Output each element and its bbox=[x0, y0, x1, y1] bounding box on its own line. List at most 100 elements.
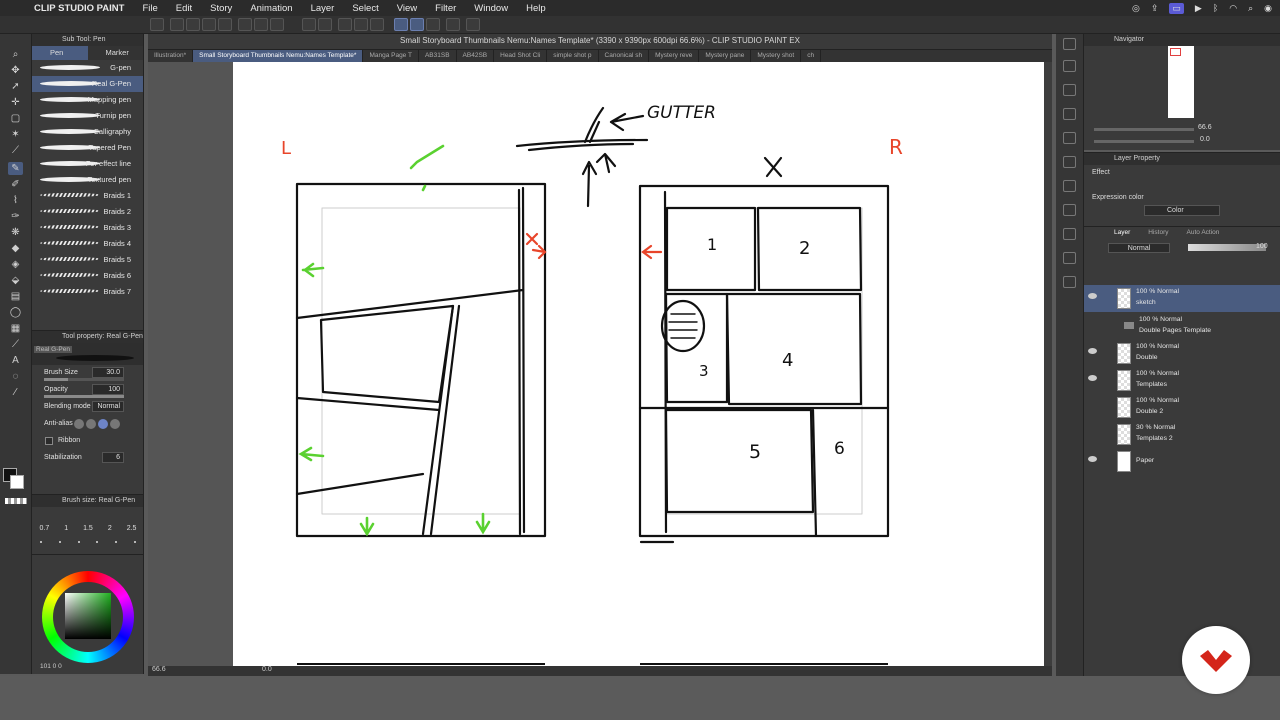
play-icon[interactable]: ▶ bbox=[1195, 3, 1202, 14]
size-preset[interactable]: 2.5 bbox=[127, 525, 137, 532]
ribbon-checkbox[interactable] bbox=[45, 437, 53, 445]
eye-icon[interactable] bbox=[1088, 456, 1097, 462]
document-tab[interactable]: Mystery pane bbox=[699, 50, 752, 62]
brush-item[interactable]: Mapping pen bbox=[32, 92, 143, 108]
material-icon[interactable] bbox=[1063, 60, 1076, 72]
material-icon[interactable] bbox=[1063, 156, 1076, 168]
size-preset[interactable]: 2 bbox=[108, 525, 112, 532]
brush-item[interactable]: Calligraphy bbox=[32, 124, 143, 140]
crop-icon[interactable] bbox=[370, 18, 384, 31]
brush-tool-icon[interactable]: ⌇ bbox=[8, 194, 23, 207]
redo-icon[interactable] bbox=[254, 18, 268, 31]
layer-row[interactable]: 100 % Normal Double 2 bbox=[1084, 394, 1280, 421]
material-icon[interactable] bbox=[1063, 252, 1076, 264]
zoom-tool-icon[interactable]: ⌕ bbox=[8, 48, 23, 61]
layer-row[interactable]: Paper bbox=[1084, 448, 1280, 475]
nav-rotation-value[interactable]: 0.0 bbox=[1200, 136, 1210, 143]
material-icon[interactable] bbox=[1063, 108, 1076, 120]
status-angle[interactable]: 0.0 bbox=[262, 666, 272, 673]
rotation-slider[interactable] bbox=[1094, 140, 1194, 143]
sub-color-swatch[interactable] bbox=[10, 475, 24, 489]
brush-item[interactable]: Braids 2 bbox=[32, 204, 143, 220]
menu-file[interactable]: File bbox=[142, 3, 157, 14]
document-tab[interactable]: Manga Page T bbox=[363, 50, 419, 62]
menu-window[interactable]: Window bbox=[474, 3, 508, 14]
fill-tool-icon[interactable]: ⬙ bbox=[8, 274, 23, 287]
layer-row[interactable]: 100 % Normal Double bbox=[1084, 340, 1280, 367]
vertical-scrollbar[interactable] bbox=[1044, 62, 1052, 666]
material-icon[interactable] bbox=[1063, 276, 1076, 288]
menu-help[interactable]: Help bbox=[526, 3, 546, 14]
brush-item[interactable]: Braids 5 bbox=[32, 252, 143, 268]
frame-border-icon[interactable]: ▦ bbox=[8, 322, 23, 335]
screen-record-icon[interactable]: ▭ bbox=[1169, 2, 1184, 14]
tab-marker[interactable]: Marker bbox=[88, 46, 144, 60]
brush-size-input[interactable]: 30.0 bbox=[92, 367, 124, 378]
size-preset[interactable]: 0.7 bbox=[39, 525, 49, 532]
opacity-input[interactable]: 100 bbox=[92, 384, 124, 395]
material-icon[interactable] bbox=[1063, 132, 1076, 144]
correct-line-icon[interactable]: ∕ bbox=[8, 386, 23, 399]
text-tool-icon[interactable]: A bbox=[8, 354, 23, 367]
brush-size-slider[interactable] bbox=[44, 378, 124, 381]
ruler-icon[interactable]: ⟋ bbox=[8, 338, 23, 351]
gradient-icon[interactable]: ▤ bbox=[8, 290, 23, 303]
pen-tool-icon[interactable]: ✎ bbox=[8, 162, 23, 175]
decoration-icon[interactable]: ❋ bbox=[8, 226, 23, 239]
invert-icon[interactable] bbox=[354, 18, 368, 31]
wifi-icon[interactable]: ◠ bbox=[1229, 3, 1237, 14]
material-icon[interactable] bbox=[1063, 84, 1076, 96]
bluetooth-icon[interactable]: ᛒ bbox=[1213, 3, 1218, 13]
menu-edit[interactable]: Edit bbox=[176, 3, 192, 14]
auto-select-icon[interactable]: ✶ bbox=[8, 128, 23, 141]
app-menu[interactable]: CLIP STUDIO PAINT bbox=[34, 3, 124, 14]
document-tab[interactable]: AB42SB bbox=[457, 50, 495, 62]
tab-auto-action[interactable]: Auto Action bbox=[1187, 227, 1220, 239]
document-tab[interactable]: Canonical sh bbox=[599, 50, 650, 62]
brush-item[interactable]: G-pen bbox=[32, 60, 143, 76]
snap-grid-icon[interactable] bbox=[426, 18, 440, 31]
save-icon[interactable] bbox=[186, 18, 200, 31]
fill-icon[interactable] bbox=[302, 18, 316, 31]
blending-select[interactable]: Normal bbox=[92, 401, 124, 412]
control-center-icon[interactable]: ◉ bbox=[1264, 3, 1272, 14]
document-tab[interactable]: Head Shot Cli bbox=[494, 50, 548, 62]
snap-special-ruler-icon[interactable] bbox=[410, 18, 424, 31]
clear-icon[interactable] bbox=[270, 18, 284, 31]
status-zoom[interactable]: 66.6 bbox=[152, 666, 166, 673]
layer-blend-select[interactable]: Normal bbox=[1108, 243, 1170, 253]
brush-item[interactable]: Braids 4 bbox=[32, 236, 143, 252]
upload-icon[interactable]: ⇪ bbox=[1151, 3, 1159, 14]
tab-history[interactable]: History bbox=[1148, 227, 1168, 239]
size-preset[interactable]: 1 bbox=[64, 525, 68, 532]
eyedropper-icon[interactable]: ⟋ bbox=[8, 144, 23, 157]
view-rect[interactable] bbox=[1170, 48, 1181, 56]
companion-icon[interactable] bbox=[466, 18, 480, 31]
brush-item[interactable]: Turnip pen bbox=[32, 108, 143, 124]
document-tab[interactable]: simple shot p bbox=[547, 50, 599, 62]
export-icon[interactable] bbox=[202, 18, 216, 31]
brush-item[interactable]: Real G-Pen bbox=[32, 76, 143, 92]
document-tab[interactable]: Illustration* bbox=[148, 50, 194, 62]
undo-icon[interactable] bbox=[238, 18, 252, 31]
document-tab[interactable]: Mystery shot bbox=[751, 50, 802, 62]
layer-move-icon[interactable]: ✛ bbox=[8, 96, 23, 109]
anti-alias-options[interactable] bbox=[74, 419, 120, 429]
expression-color-select[interactable]: Color bbox=[1144, 205, 1220, 216]
menu-animation[interactable]: Animation bbox=[250, 3, 292, 14]
move-tool-icon[interactable]: ✥ bbox=[8, 64, 23, 77]
layer-row[interactable]: 30 % Normal Templates 2 bbox=[1084, 421, 1280, 448]
transparent-color-swatch[interactable] bbox=[5, 498, 27, 504]
brush-item[interactable]: Braids 6 bbox=[32, 268, 143, 284]
stabilization-input[interactable]: 6 bbox=[102, 452, 124, 463]
search-icon[interactable] bbox=[1063, 38, 1076, 50]
layer-row[interactable]: 100 % Normal Double Pages Template bbox=[1084, 313, 1280, 340]
brush-item[interactable]: Textured pen bbox=[32, 172, 143, 188]
eye-icon[interactable] bbox=[1088, 293, 1097, 299]
menu-layer[interactable]: Layer bbox=[311, 3, 335, 14]
document-tab[interactable]: ch bbox=[801, 50, 822, 62]
zoom-slider[interactable] bbox=[1094, 128, 1194, 131]
layer-row[interactable]: 100 % Normal Templates bbox=[1084, 367, 1280, 394]
operation-tool-icon[interactable]: ➚ bbox=[8, 80, 23, 93]
eraser-icon[interactable]: ◆ bbox=[8, 242, 23, 255]
